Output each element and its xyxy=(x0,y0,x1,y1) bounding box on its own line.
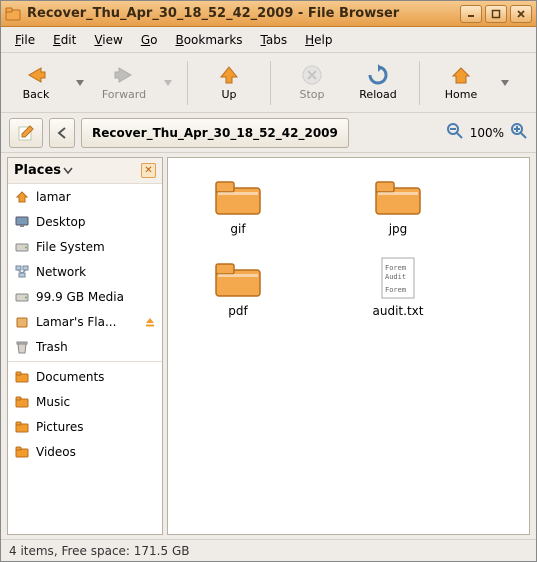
sidebar-item-trash[interactable]: Trash xyxy=(8,334,162,359)
menu-go[interactable]: Go xyxy=(133,30,166,50)
location-bar: Recover_Thu_Apr_30_18_52_42_2009 100% xyxy=(1,113,536,153)
trash-icon xyxy=(14,339,30,355)
pencil-paper-icon xyxy=(17,124,35,142)
sidebar-item-filesystem[interactable]: File System xyxy=(8,234,162,259)
zoom-out-icon xyxy=(446,122,464,140)
close-button[interactable] xyxy=(510,5,532,23)
menu-bookmarks[interactable]: Bookmarks xyxy=(167,30,250,50)
back-button[interactable]: Back xyxy=(7,57,65,109)
menu-view[interactable]: View xyxy=(86,30,130,50)
text-file-icon: ForemAuditForem xyxy=(372,256,424,300)
home-button[interactable]: Home xyxy=(432,57,490,109)
arrow-right-icon xyxy=(111,64,137,86)
drive-icon xyxy=(14,239,30,255)
path-back-button[interactable] xyxy=(49,118,75,148)
sidebar-item-media[interactable]: 99.9 GB Media xyxy=(8,284,162,309)
icon-view[interactable]: gif jpg pdf ForemAuditForem audit.txt xyxy=(167,157,530,535)
sidebar-list: lamar Desktop File System Network 99.9 G… xyxy=(8,184,162,534)
folder-icon xyxy=(14,444,30,460)
zoom-in-button[interactable] xyxy=(510,122,528,143)
zoom-in-icon xyxy=(510,122,528,140)
stop-button: Stop xyxy=(283,57,341,109)
folder-icon xyxy=(372,174,424,218)
svg-text:Audit: Audit xyxy=(385,273,406,281)
menu-file[interactable]: File xyxy=(7,30,43,50)
file-browser-window: Recover_Thu_Apr_30_18_52_42_2009 - File … xyxy=(0,0,537,562)
folder-icon xyxy=(212,174,264,218)
chevron-left-icon xyxy=(57,127,67,139)
home-menu[interactable] xyxy=(498,57,512,109)
sidebar-bookmark-documents[interactable]: Documents xyxy=(8,364,162,389)
sidebar-item-home[interactable]: lamar xyxy=(8,184,162,209)
menu-edit[interactable]: Edit xyxy=(45,30,84,50)
network-icon xyxy=(14,264,30,280)
reload-button[interactable]: Reload xyxy=(349,57,407,109)
forward-menu xyxy=(161,57,175,109)
forward-button: Forward xyxy=(95,57,153,109)
path-segment[interactable]: Recover_Thu_Apr_30_18_52_42_2009 xyxy=(81,118,349,148)
sidebar-item-network[interactable]: Network xyxy=(8,259,162,284)
home-icon xyxy=(14,189,30,205)
folder-icon xyxy=(14,369,30,385)
folder-icon xyxy=(212,256,264,300)
folder-item[interactable]: jpg xyxy=(348,174,448,236)
chevron-down-icon xyxy=(63,164,73,178)
folder-item[interactable]: gif xyxy=(188,174,288,236)
folder-icon xyxy=(14,419,30,435)
edit-location-button[interactable] xyxy=(9,118,43,148)
sidebar-item-desktop[interactable]: Desktop xyxy=(8,209,162,234)
content-area: Places ✕ lamar Desktop File System xyxy=(1,153,536,539)
sidebar-item-removable[interactable]: Lamar's Fla... xyxy=(8,309,162,334)
menu-tabs[interactable]: Tabs xyxy=(253,30,296,50)
window-title: Recover_Thu_Apr_30_18_52_42_2009 - File … xyxy=(27,6,460,21)
titlebar: Recover_Thu_Apr_30_18_52_42_2009 - File … xyxy=(1,1,536,27)
up-button[interactable]: Up xyxy=(200,57,258,109)
desktop-icon xyxy=(14,214,30,230)
menu-help[interactable]: Help xyxy=(297,30,340,50)
menubar: File Edit View Go Bookmarks Tabs Help xyxy=(1,27,536,53)
toolbar: Back Forward Up Stop Reload Home xyxy=(1,53,536,113)
svg-text:Forem: Forem xyxy=(385,264,406,272)
status-bar: 4 items, Free space: 171.5 GB xyxy=(1,539,536,561)
removable-drive-icon xyxy=(14,314,30,330)
reload-icon xyxy=(367,64,389,86)
sidebar-bookmark-music[interactable]: Music xyxy=(8,389,162,414)
file-item[interactable]: ForemAuditForem audit.txt xyxy=(348,256,448,318)
folder-icon xyxy=(14,394,30,410)
zoom-out-button[interactable] xyxy=(446,122,464,143)
drive-icon xyxy=(14,289,30,305)
app-icon xyxy=(5,6,21,22)
status-text: 4 items, Free space: 171.5 GB xyxy=(9,544,189,558)
sidebar-divider xyxy=(8,361,162,362)
sidebar: Places ✕ lamar Desktop File System xyxy=(7,157,163,535)
folder-item[interactable]: pdf xyxy=(188,256,288,318)
sidebar-header[interactable]: Places ✕ xyxy=(8,158,162,184)
sidebar-close-button[interactable]: ✕ xyxy=(141,163,156,178)
zoom-level: 100% xyxy=(470,126,504,140)
arrow-left-icon xyxy=(23,64,49,86)
back-menu[interactable] xyxy=(73,57,87,109)
maximize-button[interactable] xyxy=(485,5,507,23)
sidebar-bookmark-pictures[interactable]: Pictures xyxy=(8,414,162,439)
eject-button[interactable] xyxy=(144,316,156,328)
sidebar-bookmark-videos[interactable]: Videos xyxy=(8,439,162,464)
stop-icon xyxy=(301,64,323,86)
home-icon xyxy=(449,64,473,86)
arrow-up-icon xyxy=(217,64,241,86)
svg-text:Forem: Forem xyxy=(385,286,406,294)
minimize-button[interactable] xyxy=(460,5,482,23)
